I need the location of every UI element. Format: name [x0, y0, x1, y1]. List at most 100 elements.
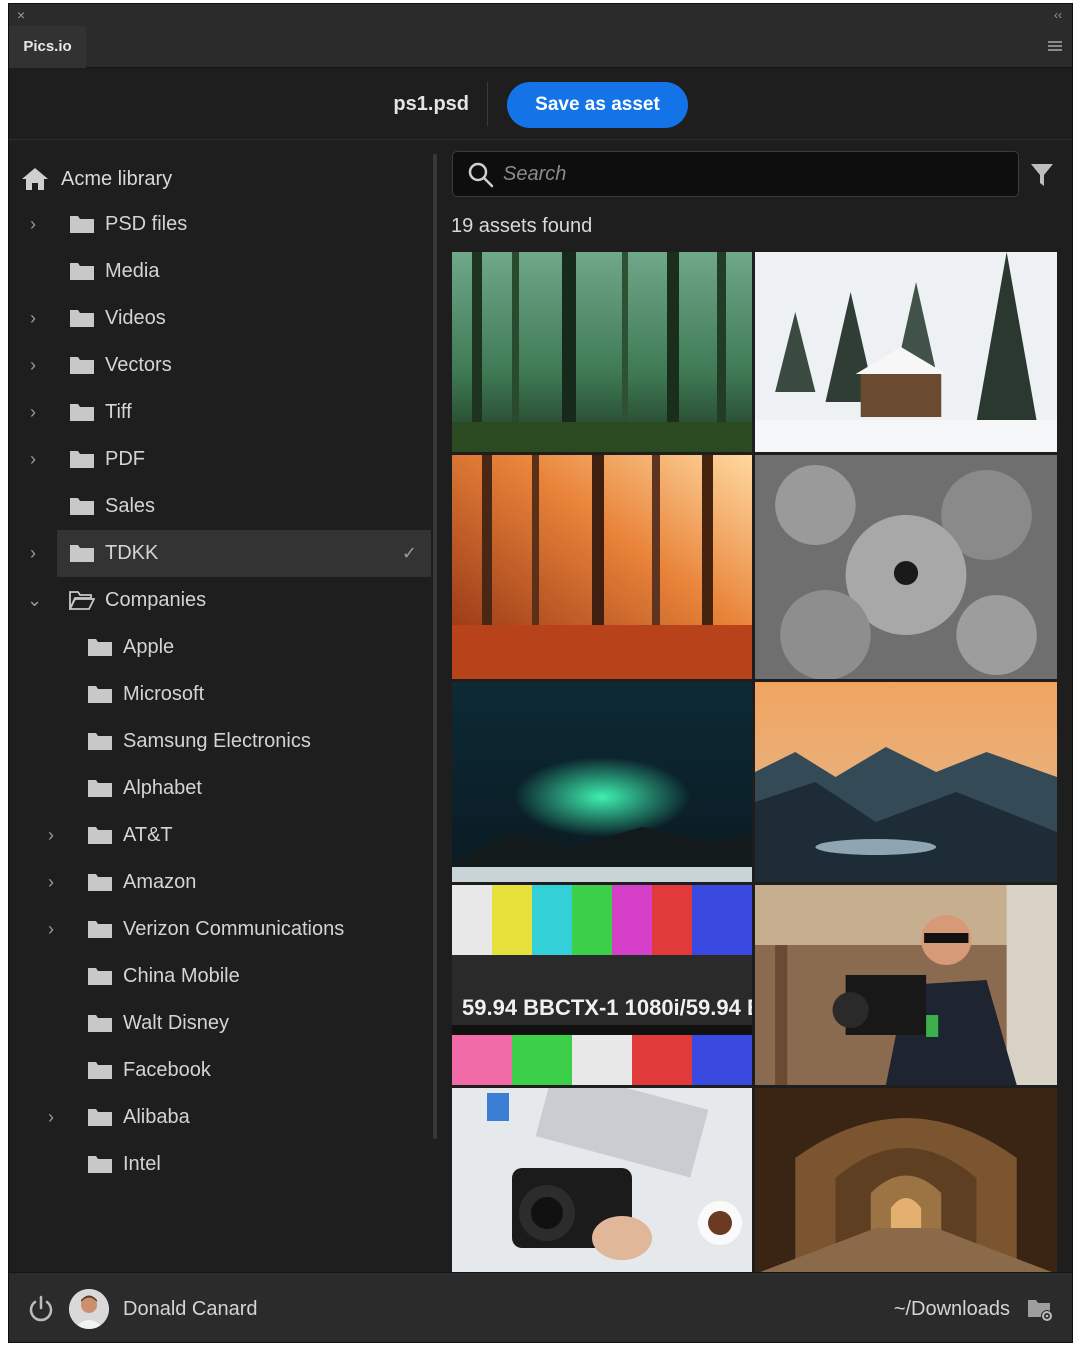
- power-icon[interactable]: [27, 1295, 55, 1323]
- sidebar-item-label: China Mobile: [123, 965, 240, 987]
- asset-thumbnail-green-forest[interactable]: [452, 252, 752, 452]
- folder-tree-sidebar: Acme library › PSD files Media › Videos › Vect…: [9, 141, 433, 1271]
- folder-icon: [88, 780, 112, 797]
- sidebar-item-label: Facebook: [123, 1059, 211, 1081]
- folder-icon: [88, 686, 112, 703]
- sidebar-item-sales[interactable]: Sales: [9, 483, 431, 530]
- asset-thumbnail-broadcast-test-pattern[interactable]: 59.94 BBCTX-1 1080i/59.94 BBCTX-1: [452, 885, 752, 1085]
- chevron-right-icon[interactable]: ›: [27, 542, 39, 564]
- results-count: 19 assets found: [451, 215, 593, 237]
- sidebar-item-label: PDF: [105, 448, 145, 470]
- checkmark-icon: ✓: [401, 543, 417, 563]
- asset-thumbnail-aerial-snow-trees[interactable]: [755, 455, 1057, 679]
- folder-icon: [70, 310, 94, 327]
- user-name[interactable]: Donald Canard: [123, 1273, 258, 1342]
- folder-icon: [70, 404, 94, 421]
- folder-icon: [70, 357, 94, 374]
- sidebar-item-tiff[interactable]: › Tiff: [9, 389, 431, 436]
- window-chrome-bar: × ‹‹: [9, 4, 1072, 26]
- library-label: Acme library: [61, 168, 173, 190]
- sidebar-item-label: PSD files: [105, 213, 188, 235]
- collapse-icon[interactable]: ‹‹: [1054, 6, 1062, 24]
- asset-thumbnail-mountain-sunset[interactable]: [755, 682, 1057, 882]
- folder-open-icon: [69, 591, 95, 610]
- pane-resize-handle[interactable]: [433, 154, 437, 1139]
- asset-thumbnail-autumn-forest[interactable]: [452, 455, 752, 679]
- chevron-right-icon[interactable]: ›: [27, 307, 39, 329]
- filter-icon[interactable]: [1030, 162, 1054, 188]
- chevron-down-icon[interactable]: ⌄: [27, 589, 42, 611]
- sidebar-item-china-mobile[interactable]: China Mobile: [9, 953, 431, 1000]
- sidebar-item-apple[interactable]: Apple: [9, 624, 431, 671]
- hamburger-icon[interactable]: [1048, 41, 1062, 53]
- home-icon: [22, 168, 48, 190]
- sidebar-item-label: AT&T: [123, 824, 173, 846]
- folder-settings-icon[interactable]: [1026, 1295, 1054, 1323]
- folder-icon: [88, 1156, 112, 1173]
- sidebar-item-label: Tiff: [105, 401, 132, 423]
- folder-icon: [88, 827, 112, 844]
- sidebar-item-companies[interactable]: ⌄ Companies: [9, 577, 431, 624]
- search-box: [452, 151, 1019, 197]
- sidebar-item-samsung-electronics[interactable]: Samsung Electronics: [9, 718, 431, 765]
- sidebar-item-alphabet[interactable]: Alphabet: [9, 765, 431, 812]
- asset-thumbnail-stone-arches[interactable]: [755, 1088, 1057, 1274]
- sidebar-item-verizon-communications[interactable]: › Verizon Communications: [9, 906, 431, 953]
- chevron-right-icon[interactable]: ›: [27, 401, 39, 423]
- folder-icon: [88, 1109, 112, 1126]
- sidebar-item-pdf[interactable]: › PDF: [9, 436, 431, 483]
- sidebar-item-walt-disney[interactable]: Walt Disney: [9, 1000, 431, 1047]
- sidebar-item-vectors[interactable]: › Vectors: [9, 342, 431, 389]
- asset-thumbnail-cameraman[interactable]: [755, 885, 1057, 1085]
- sidebar-item-label: Apple: [123, 636, 175, 658]
- library-root[interactable]: Acme library: [9, 161, 429, 197]
- sidebar-item-label: Companies: [105, 589, 207, 611]
- chevron-right-icon[interactable]: ›: [45, 824, 57, 846]
- sidebar-item-videos[interactable]: › Videos: [9, 295, 431, 342]
- folder-icon: [88, 1015, 112, 1032]
- chevron-right-icon[interactable]: ›: [45, 871, 57, 893]
- sidebar-item-psd-files[interactable]: › PSD files: [9, 201, 431, 248]
- search-input[interactable]: [503, 158, 1003, 190]
- sidebar-item-at-t[interactable]: › AT&T: [9, 812, 431, 859]
- sidebar-item-microsoft[interactable]: Microsoft: [9, 671, 431, 718]
- asset-thumbnail-aurora[interactable]: [452, 682, 752, 882]
- sidebar-item-media[interactable]: Media: [9, 248, 431, 295]
- sidebar-item-label: Alphabet: [123, 777, 202, 799]
- sidebar-item-label: Sales: [105, 495, 156, 517]
- sidebar-item-facebook[interactable]: Facebook: [9, 1047, 431, 1094]
- avatar[interactable]: [69, 1289, 109, 1329]
- chevron-right-icon[interactable]: ›: [45, 1106, 57, 1128]
- folder-icon: [70, 451, 94, 468]
- test-pattern-text: 59.94 BBCTX-1 1080i/59.94 BBCTX-1: [462, 995, 752, 1020]
- panel-tab-bar: Pics.io: [9, 26, 1072, 68]
- sidebar-item-label: Vectors: [105, 354, 172, 376]
- sidebar-item-label: Samsung Electronics: [123, 730, 311, 752]
- header-divider: [487, 82, 488, 126]
- sidebar-item-label: TDKK: [105, 542, 159, 564]
- sidebar-item-label: Alibaba: [123, 1106, 190, 1128]
- chevron-right-icon[interactable]: ›: [27, 448, 39, 470]
- asset-grid: 59.94 BBCTX-1 1080i/59.94 BBCTX-1: [452, 252, 1057, 1274]
- chevron-right-icon[interactable]: ›: [27, 354, 39, 376]
- tab-pics-io[interactable]: Pics.io: [9, 26, 86, 68]
- asset-thumbnail-snowy-cabin[interactable]: [755, 252, 1057, 452]
- search-icon: [468, 162, 494, 188]
- sidebar-item-amazon[interactable]: › Amazon: [9, 859, 431, 906]
- close-icon[interactable]: ×: [17, 6, 25, 24]
- chevron-right-icon[interactable]: ›: [27, 213, 39, 235]
- chevron-right-icon[interactable]: ›: [45, 918, 57, 940]
- sidebar-item-alibaba[interactable]: › Alibaba: [9, 1094, 431, 1141]
- folder-icon: [70, 545, 94, 562]
- download-path[interactable]: ~/Downloads: [894, 1273, 1010, 1342]
- save-as-asset-button[interactable]: Save as asset: [507, 82, 688, 128]
- folder-icon: [70, 498, 94, 515]
- folder-icon: [88, 1062, 112, 1079]
- footer-bar: Donald Canard ~/Downloads: [9, 1272, 1072, 1342]
- sidebar-item-label: Media: [105, 260, 160, 282]
- sidebar-item-label: Microsoft: [123, 683, 205, 705]
- sidebar-item-label: Intel: [123, 1153, 161, 1175]
- asset-thumbnail-camera-desk[interactable]: [452, 1088, 752, 1274]
- sidebar-item-intel[interactable]: Intel: [9, 1141, 431, 1188]
- sidebar-item-tdkk[interactable]: › TDKK ✓: [9, 530, 431, 577]
